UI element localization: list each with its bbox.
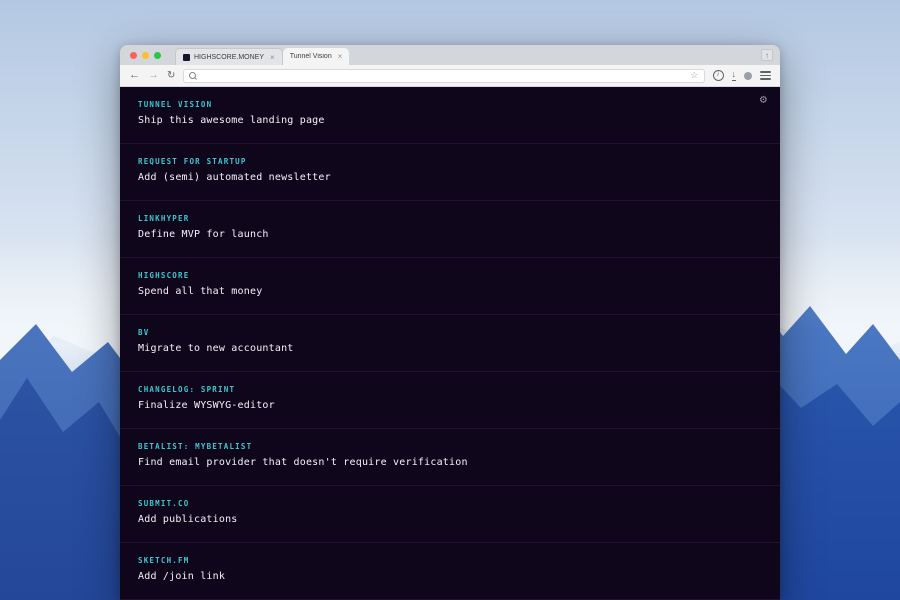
item-project: TUNNEL VISION xyxy=(138,100,213,109)
task-row[interactable]: BV Migrate to new accountant xyxy=(120,315,780,372)
zoom-window-button[interactable] xyxy=(154,51,161,59)
task-row[interactable]: BETALIST: MYBETALIST Find email provider… xyxy=(120,429,780,486)
item-task: Add /join link xyxy=(138,571,226,582)
browser-toolbar: ← → ↻ ☆ i ↓ xyxy=(120,65,780,87)
task-row[interactable]: CHANGELOG: SPRINT Finalize WYSWYG-editor xyxy=(120,372,780,429)
task-row[interactable]: LINKHYPER Define MVP for launch xyxy=(120,201,780,258)
info-icon[interactable]: i xyxy=(712,70,724,81)
close-window-button[interactable] xyxy=(130,51,137,59)
task-row[interactable]: SKETCH.FM Add /join link xyxy=(120,543,780,600)
close-tab-icon[interactable]: × xyxy=(338,52,343,61)
address-bar[interactable]: ☆ xyxy=(183,68,705,83)
item-task: Add (semi) automated newsletter xyxy=(138,172,331,183)
task-row[interactable]: TUNNEL VISION Ship this awesome landing … xyxy=(120,87,780,144)
item-project: LINKHYPER xyxy=(138,214,190,223)
download-icon[interactable]: ↓ xyxy=(731,70,736,81)
bookmark-star-icon[interactable]: ☆ xyxy=(690,71,698,80)
task-row[interactable]: SUBMIT.CO Add publications xyxy=(120,486,780,543)
back-button[interactable]: ← xyxy=(129,70,140,81)
item-project: BV xyxy=(138,328,150,337)
search-icon xyxy=(189,72,197,79)
tab-label: Tunnel Vision xyxy=(289,53,332,60)
task-row[interactable]: HIGHSCORE Spend all that money xyxy=(120,258,780,315)
tab-highscore-money[interactable]: HIGHSCORE.MONEY × xyxy=(175,48,283,65)
item-project: BETALIST: MYBETALIST xyxy=(138,442,253,451)
tab-favicon-icon xyxy=(183,53,190,61)
forward-button[interactable]: → xyxy=(148,70,159,81)
item-task: Spend all that money xyxy=(138,286,263,297)
item-project: HIGHSCORE xyxy=(138,271,190,280)
window-controls xyxy=(130,45,161,65)
reload-button[interactable]: ↻ xyxy=(167,70,175,81)
item-project: REQUEST FOR STARTUP xyxy=(138,157,247,166)
item-project: SUBMIT.CO xyxy=(138,499,190,508)
minimize-window-button[interactable] xyxy=(142,51,149,59)
tab-strip: HIGHSCORE.MONEY × Tunnel Vision × ↑ xyxy=(120,45,780,65)
tab-label: HIGHSCORE.MONEY xyxy=(194,53,265,61)
settings-gear-icon[interactable]: ⚙ xyxy=(760,93,767,105)
item-project: CHANGELOG: SPRINT xyxy=(138,385,236,394)
task-row[interactable]: REQUEST FOR STARTUP Add (semi) automated… xyxy=(120,144,780,201)
item-task: Finalize WYSWYG-editor xyxy=(138,400,275,411)
close-tab-icon[interactable]: × xyxy=(270,53,275,62)
item-task: Add publications xyxy=(138,514,238,525)
menu-icon[interactable] xyxy=(760,71,771,80)
extension-dot-icon[interactable] xyxy=(744,71,752,80)
tab-strip-button[interactable]: ↑ xyxy=(761,49,773,61)
browser-window: HIGHSCORE.MONEY × Tunnel Vision × ↑ ← → … xyxy=(120,45,780,600)
task-list: TUNNEL VISION Ship this awesome landing … xyxy=(120,87,780,600)
item-task: Find email provider that doesn't require… xyxy=(138,457,468,468)
item-task: Migrate to new accountant xyxy=(138,343,294,354)
tab-tunnel-vision[interactable]: Tunnel Vision × xyxy=(282,48,350,65)
item-task: Ship this awesome landing page xyxy=(138,115,325,126)
item-project: SKETCH.FM xyxy=(138,556,190,565)
item-task: Define MVP for launch xyxy=(138,229,269,240)
page-content: ⚙ TUNNEL VISION Ship this awesome landin… xyxy=(120,87,780,600)
